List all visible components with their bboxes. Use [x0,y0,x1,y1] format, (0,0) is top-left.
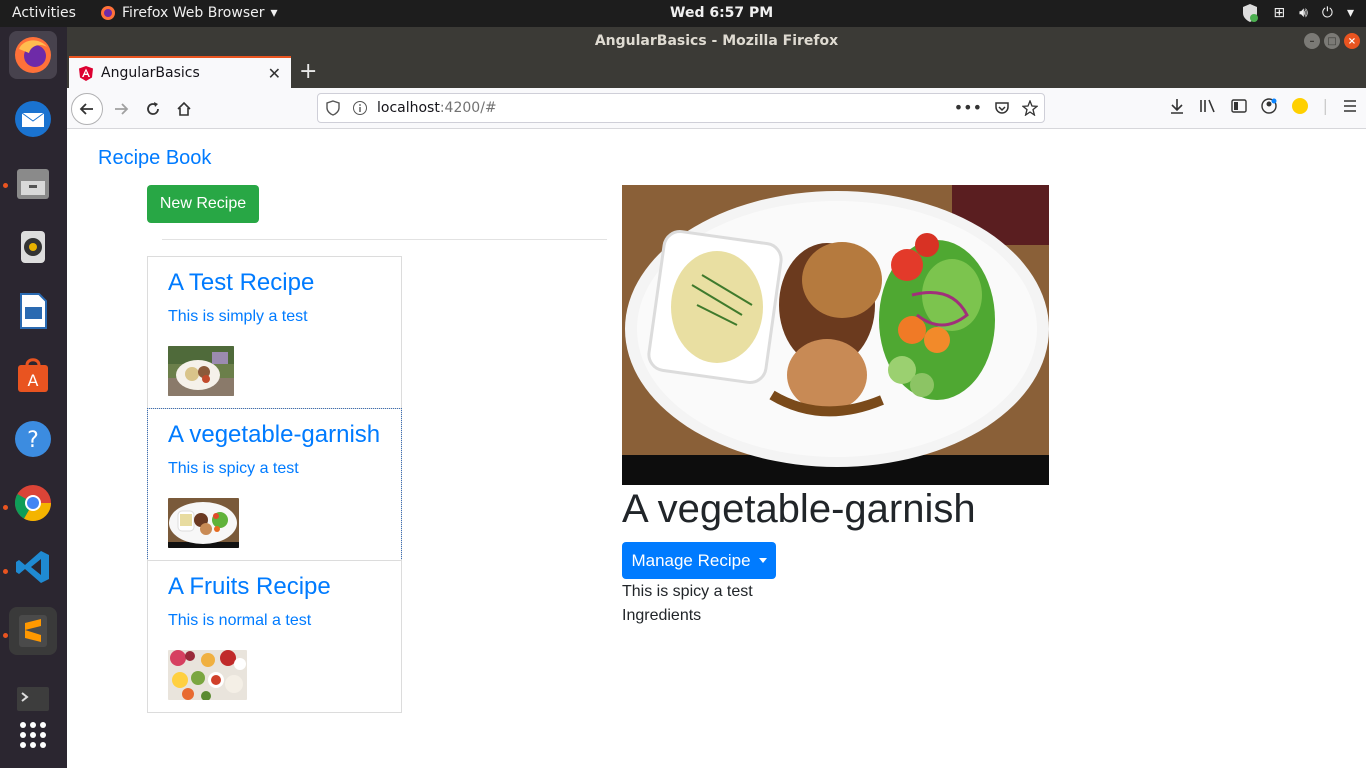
sidebar-icon[interactable] [1230,98,1247,114]
recipe-detail-title: A vegetable-garnish [622,487,976,531]
new-recipe-button[interactable]: New Recipe [147,185,259,223]
app-menu-label: Firefox Web Browser [122,5,265,21]
url-host: localhost [377,100,440,116]
dock-rhythmbox-icon[interactable] [9,223,57,271]
divider [162,239,607,240]
dock-software-icon[interactable]: A [9,351,57,399]
tab-angularbasics[interactable]: AngularBasics ✕ [69,56,291,88]
svg-text:?: ? [27,428,39,453]
info-icon[interactable] [352,100,368,116]
url-path: :4200/# [439,100,497,116]
network-icon: ⊞ [1273,5,1286,21]
recipe-name: A Test Recipe [168,269,315,296]
tab-title: AngularBasics [101,65,200,81]
tab-close-icon[interactable]: ✕ [268,64,281,83]
recipe-thumbnail [168,650,247,700]
url-bar[interactable]: localhost:4200/# ••• [317,93,1045,123]
running-indicator [3,633,8,638]
toolbar-separator: | [1322,96,1328,115]
pocket-icon[interactable] [994,100,1010,116]
firefox-icon [101,6,115,20]
reload-icon[interactable] [137,93,169,125]
home-icon[interactable] [168,93,200,125]
dock-thunderbird-icon[interactable] [9,95,57,143]
recipe-list: A Test Recipe This is simply a test A ve… [147,256,402,713]
nav-toolbar: localhost:4200/# ••• | [67,88,1366,129]
dock-help-icon[interactable]: ? [9,415,57,463]
system-top-bar: Activities Firefox Web Browser ▾ Wed 6:5… [0,0,1366,27]
new-tab-icon[interactable]: + [299,59,317,84]
dock-firefox-icon[interactable] [9,31,57,79]
recipe-list-item[interactable]: A Test Recipe This is simply a test [147,256,402,409]
chevron-down-icon: ▾ [1346,5,1354,21]
dock: A ? [0,27,67,768]
dock-files-icon[interactable] [9,159,57,207]
window-titlebar[interactable]: AngularBasics - Mozilla Firefox – □ × [67,27,1366,55]
tracking-shield-icon[interactable] [326,100,340,116]
activities-button[interactable]: Activities [12,5,76,21]
recipe-description: This is simply a test [168,308,308,325]
recipe-detail-description: This is spicy a test [622,583,753,600]
account-icon[interactable] [1260,97,1277,114]
window-title: AngularBasics - Mozilla Firefox [594,33,839,49]
forward-icon[interactable] [105,93,137,125]
system-tray[interactable]: ⊞ 🔊︎ ⏻ ▾ [1241,3,1354,23]
page-content: Recipe Book New Recipe A Test Recipe Thi… [67,129,1366,768]
page-actions-icon[interactable]: ••• [954,98,982,117]
recipe-list-item[interactable]: A Fruits Recipe This is normal a test [147,560,402,713]
recipe-thumbnail [168,498,239,548]
maximize-icon[interactable]: □ [1324,33,1340,49]
manage-recipe-dropdown[interactable]: Manage Recipe [622,542,776,579]
dock-sublime-icon[interactable] [9,607,57,655]
recipe-name: A vegetable-garnish [168,421,381,448]
app-menu[interactable]: Firefox Web Browser ▾ [100,5,278,21]
recipe-description: This is normal a test [168,612,312,629]
navbar-brand[interactable]: Recipe Book [98,147,211,170]
running-indicator [3,183,8,188]
ingredients-heading: Ingredients [622,607,702,624]
dock-vscode-icon[interactable] [9,543,57,591]
minimize-icon[interactable]: – [1304,33,1320,49]
download-icon[interactable] [1169,98,1185,114]
clock[interactable]: Wed 6:57 PM [670,5,773,21]
shield-icon [1243,4,1259,22]
url-text[interactable]: localhost:4200/# [377,100,497,116]
hamburger-menu-icon[interactable] [1342,98,1358,114]
chevron-down-icon: ▾ [270,5,278,21]
angular-icon [79,65,93,81]
tab-strip: AngularBasics ✕ + [67,55,1366,88]
close-icon[interactable]: × [1344,33,1360,49]
running-indicator [3,505,8,510]
bookmark-star-icon[interactable] [1022,99,1038,116]
library-icon[interactable] [1199,98,1217,114]
recipe-detail-image [622,185,1049,485]
manage-recipe-label: Manage Recipe [631,550,751,570]
show-apps-icon[interactable] [9,711,57,759]
power-icon: ⏻ [1321,5,1333,21]
running-indicator [3,569,8,574]
back-icon[interactable] [71,93,103,125]
caret-down-icon [758,558,767,563]
recipe-name: A Fruits Recipe [168,573,331,600]
dock-chrome-icon[interactable] [9,479,57,527]
recipe-list-item[interactable]: A vegetable-garnish This is spicy a test [147,408,402,561]
recipe-thumbnail [168,346,234,396]
recipe-description: This is spicy a test [168,460,299,477]
dock-writer-icon[interactable] [9,287,57,335]
svg-text:A: A [28,371,39,390]
extension-icon[interactable] [1291,97,1309,115]
volume-icon: 🔊︎ [1299,5,1308,21]
